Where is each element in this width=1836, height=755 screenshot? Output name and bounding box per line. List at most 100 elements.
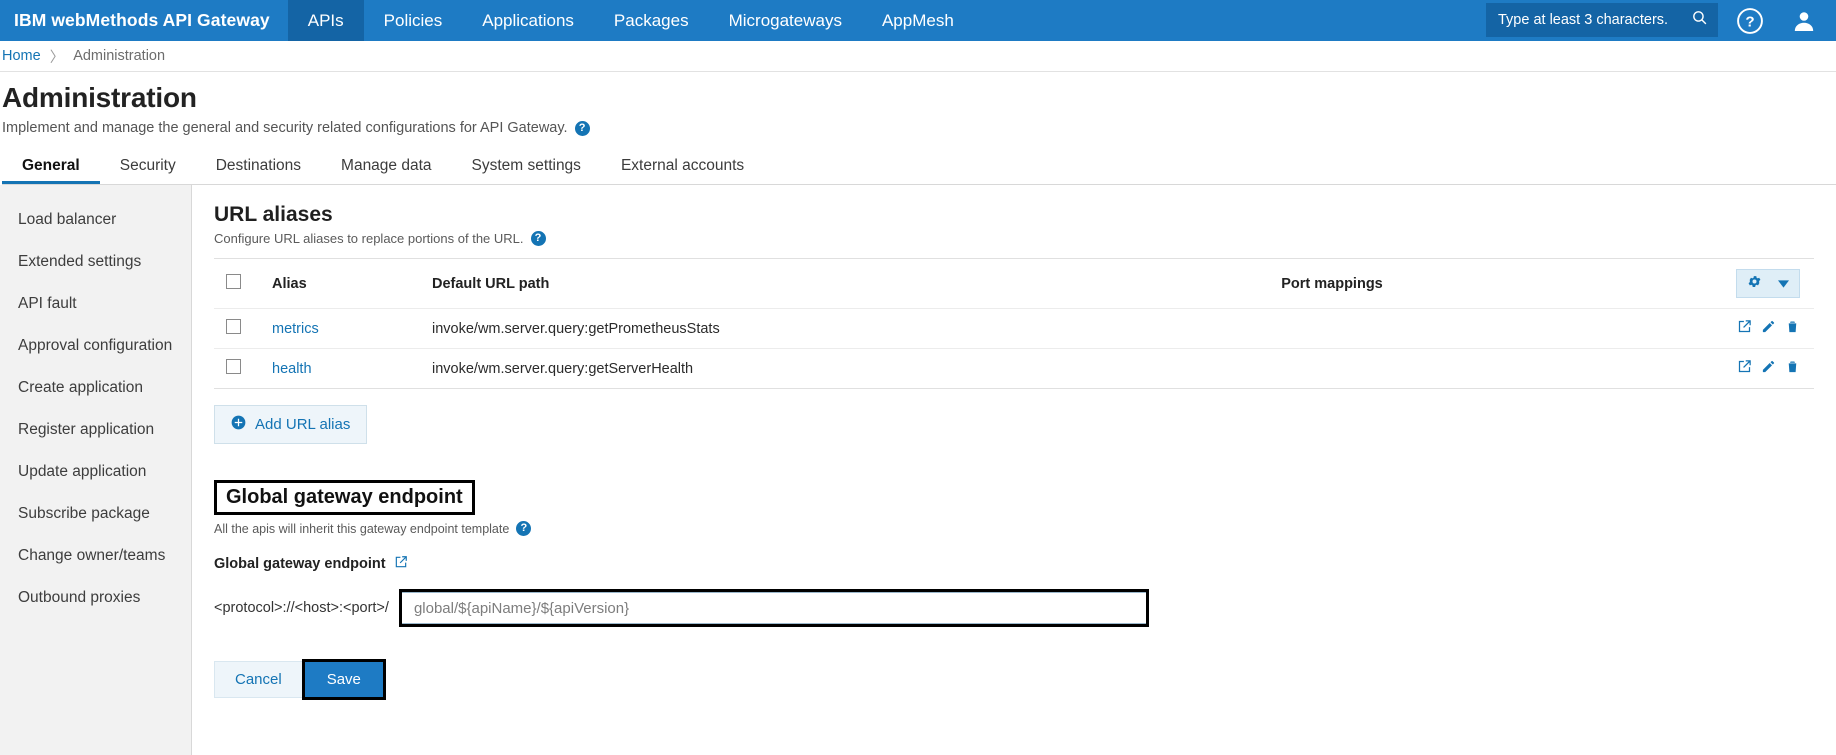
row-select-cell	[214, 308, 272, 349]
url-aliases-title: URL aliases	[214, 203, 333, 226]
global-gateway-endpoint-field-label: Global gateway endpoint	[214, 556, 386, 572]
nav-item-apis[interactable]: APIs	[287, 0, 364, 41]
chevron-down-icon	[1778, 276, 1789, 292]
tab-security[interactable]: Security	[100, 157, 196, 184]
help-circle-icon[interactable]: ?	[1726, 0, 1774, 41]
select-all-checkbox[interactable]	[226, 274, 241, 289]
breadcrumb: Home 〉 Administration	[0, 41, 1836, 72]
alias-link[interactable]: metrics	[272, 321, 319, 337]
sidebar-item-label: Load balancer	[18, 211, 117, 228]
column-header-alias[interactable]: Alias	[272, 258, 432, 309]
url-aliases-subtitle-row: Configure URL aliases to replace portion…	[214, 231, 1814, 246]
row-checkbox[interactable]	[226, 319, 241, 334]
edit-pencil-icon[interactable]	[1761, 319, 1776, 334]
global-gateway-endpoint-input[interactable]	[401, 592, 1146, 624]
open-in-new-icon[interactable]	[1737, 319, 1752, 334]
global-gateway-endpoint-subtitle: All the apis will inherit this gateway e…	[214, 521, 510, 536]
nav-item-microgateways[interactable]: Microgateways	[709, 0, 862, 41]
user-avatar-icon[interactable]	[1780, 0, 1828, 41]
cell-port-mappings	[1152, 349, 1512, 389]
edit-pencil-icon[interactable]	[1761, 359, 1776, 374]
save-button[interactable]: Save	[304, 662, 383, 697]
tab-label: Manage data	[341, 157, 432, 174]
delete-trash-icon[interactable]	[1785, 359, 1800, 374]
sidebar-item-outbound-proxies[interactable]: Outbound proxies	[0, 577, 191, 619]
nav-item-label: Policies	[383, 10, 443, 30]
sidebar-item-load-balancer[interactable]: Load balancer	[0, 199, 191, 241]
page-subtitle: Implement and manage the general and sec…	[2, 120, 568, 136]
breadcrumb-current: Administration	[73, 48, 166, 64]
tab-system-settings[interactable]: System settings	[452, 157, 601, 184]
help-circle-icon[interactable]: ?	[574, 120, 590, 136]
tab-manage-data[interactable]: Manage data	[321, 157, 452, 184]
column-header-port-mappings[interactable]: Port mappings	[1152, 258, 1512, 309]
sidebar-item-label: Change owner/teams	[18, 547, 166, 564]
sidebar-item-update-application[interactable]: Update application	[0, 451, 191, 493]
page-header: Administration Implement and manage the …	[0, 72, 1836, 185]
cell-port-mappings	[1152, 308, 1512, 349]
add-url-alias-label: Add URL alias	[255, 416, 351, 433]
table-header-row: Alias Default URL path Port mappings	[214, 258, 1814, 309]
cell-row-actions	[1512, 308, 1814, 349]
row-checkbox[interactable]	[226, 359, 241, 374]
sidebar-item-label: Subscribe package	[18, 505, 150, 522]
top-navigation-bar: IBM webMethods API Gateway APIs Policies…	[0, 0, 1836, 41]
sidebar-item-extended-settings[interactable]: Extended settings	[0, 241, 191, 283]
nav-item-applications[interactable]: Applications	[462, 0, 594, 41]
search-input[interactable]	[1496, 11, 1691, 29]
cancel-button[interactable]: Cancel	[214, 661, 303, 698]
nav-item-label: Microgateways	[728, 10, 842, 30]
global-search-box[interactable]	[1486, 3, 1718, 37]
nav-item-packages[interactable]: Packages	[594, 0, 709, 41]
sidebar-item-api-fault[interactable]: API fault	[0, 283, 191, 325]
plus-circle-icon	[231, 415, 246, 434]
sidebar-item-subscribe-package[interactable]: Subscribe package	[0, 493, 191, 535]
table-row[interactable]: metrics invoke/wm.server.query:getPromet…	[214, 308, 1814, 349]
nav-item-appmesh[interactable]: AppMesh	[862, 0, 974, 41]
help-circle-icon[interactable]: ?	[516, 521, 532, 536]
url-aliases-table: Alias Default URL path Port mappings met…	[214, 258, 1814, 389]
table-settings-button[interactable]	[1736, 269, 1800, 298]
sidebar-item-create-application[interactable]: Create application	[0, 367, 191, 409]
form-button-row: Cancel Save	[214, 659, 1814, 700]
nav-item-label: Applications	[482, 10, 574, 30]
endpoint-prefix-text: <protocol>://<host>:<port>/	[214, 600, 389, 616]
sidebar-item-approval-configuration[interactable]: Approval configuration	[0, 325, 191, 367]
sidebar-item-label: Extended settings	[18, 253, 142, 270]
column-header-default-url-path[interactable]: Default URL path	[432, 258, 1152, 309]
external-link-icon[interactable]	[394, 555, 408, 573]
search-icon[interactable]	[1691, 9, 1708, 31]
row-select-cell	[214, 349, 272, 389]
endpoint-input-wrapper	[398, 589, 1149, 627]
table-row[interactable]: health invoke/wm.server.query:getServerH…	[214, 349, 1814, 389]
sidebar-item-label: Create application	[18, 379, 143, 396]
alias-link[interactable]: health	[272, 361, 312, 377]
sidebar-item-label: API fault	[18, 295, 77, 312]
delete-trash-icon[interactable]	[1785, 319, 1800, 334]
page-subtitle-row: Implement and manage the general and sec…	[2, 120, 1836, 136]
tab-label: System settings	[471, 157, 581, 174]
sidebar-item-register-application[interactable]: Register application	[0, 409, 191, 451]
cell-row-actions	[1512, 349, 1814, 389]
nav-item-label: APIs	[307, 10, 344, 30]
sidebar-item-change-owner-teams[interactable]: Change owner/teams	[0, 535, 191, 577]
save-button-highlight: Save	[301, 659, 386, 700]
tab-destinations[interactable]: Destinations	[196, 157, 321, 184]
nav-item-label: AppMesh	[881, 10, 954, 30]
settings-content: URL aliases Configure URL aliases to rep…	[192, 185, 1836, 755]
breadcrumb-home-link[interactable]: Home	[2, 48, 41, 64]
open-in-new-icon[interactable]	[1737, 359, 1752, 374]
global-gateway-endpoint-subtitle-row: All the apis will inherit this gateway e…	[214, 521, 1814, 536]
tab-external-accounts[interactable]: External accounts	[601, 157, 764, 184]
tab-label: General	[22, 157, 80, 174]
table-settings-cell	[1512, 258, 1814, 309]
add-url-alias-button[interactable]: Add URL alias	[214, 405, 368, 444]
global-gateway-endpoint-input-row: <protocol>://<host>:<port>/	[214, 589, 1814, 627]
sidebar-item-label: Approval configuration	[18, 337, 173, 354]
tab-general[interactable]: General	[2, 157, 100, 184]
tab-label: Destinations	[215, 157, 302, 174]
page-body: Load balancer Extended settings API faul…	[0, 185, 1836, 755]
help-circle-icon[interactable]: ?	[530, 231, 546, 246]
cell-alias: health	[272, 349, 432, 389]
nav-item-policies[interactable]: Policies	[364, 0, 463, 41]
